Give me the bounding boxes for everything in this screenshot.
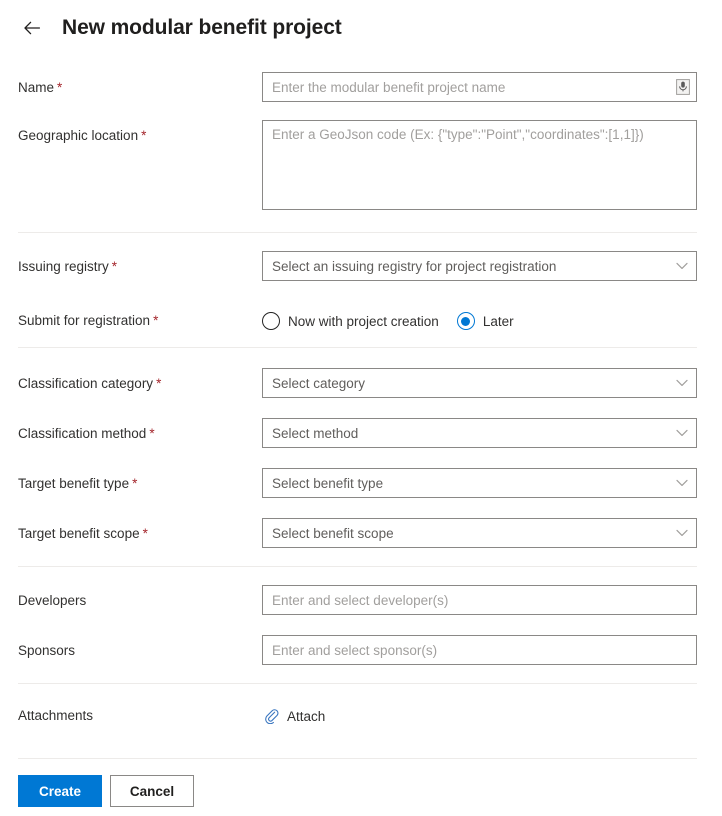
page-header: New modular benefit project	[0, 4, 722, 52]
form-row-submit-for-registration: Submit for registration * Now with projec…	[0, 305, 722, 337]
radio-label-now: Now with project creation	[288, 313, 439, 329]
form-row-target-benefit-type: Target benefit type * Select benefit type	[0, 468, 722, 500]
cancel-button[interactable]: Cancel	[110, 775, 194, 807]
required-asterisk: *	[57, 80, 63, 95]
create-button[interactable]: Create	[18, 775, 102, 807]
radio-later[interactable]: Later	[456, 312, 514, 330]
chevron-down-icon[interactable]	[668, 479, 696, 487]
new-project-form: Name * Enter the modular benefit project …	[0, 72, 722, 807]
classification-method-dropdown[interactable]: Select method	[262, 418, 697, 448]
label-issuing-registry: Issuing registry *	[18, 251, 262, 283]
label-name: Name *	[18, 72, 262, 104]
required-asterisk: *	[153, 313, 159, 328]
radio-now-with-project-creation[interactable]: Now with project creation	[262, 312, 439, 330]
chevron-down-icon[interactable]	[668, 379, 696, 387]
paperclip-icon	[262, 708, 280, 724]
name-input[interactable]: Enter the modular benefit project name	[262, 72, 697, 102]
classification-category-dropdown[interactable]: Select category	[262, 368, 697, 398]
label-attachments: Attachments	[18, 708, 94, 723]
form-row-target-benefit-scope: Target benefit scope * Select benefit sco…	[0, 518, 722, 550]
required-asterisk: *	[132, 476, 138, 491]
developers-input[interactable]: Enter and select developer(s)	[262, 585, 697, 615]
sponsors-input[interactable]: Enter and select sponsor(s)	[262, 635, 697, 665]
label-geographic-location: Geographic location *	[18, 120, 262, 146]
radio-circle-unselected	[262, 312, 280, 330]
developers-input-placeholder: Enter and select developer(s)	[272, 592, 449, 608]
label-submit-for-registration: Submit for registration *	[18, 305, 262, 337]
label-target-benefit-type: Target benefit type *	[18, 468, 262, 500]
label-sponsors: Sponsors	[18, 643, 76, 658]
classification-method-value: Select method	[272, 425, 359, 441]
radio-label-later: Later	[482, 313, 514, 329]
required-asterisk: *	[141, 128, 147, 143]
target-benefit-type-value: Select benefit type	[272, 475, 384, 491]
sponsors-input-placeholder: Enter and select sponsor(s)	[272, 642, 438, 658]
label-target-benefit-type-text: Target benefit type	[18, 476, 130, 491]
required-asterisk: *	[142, 526, 148, 541]
radio-circle-selected	[456, 312, 475, 330]
form-row-name: Name * Enter the modular benefit project …	[0, 72, 722, 104]
target-benefit-scope-value: Select benefit scope	[272, 525, 394, 541]
classification-category-value: Select category	[272, 375, 366, 391]
form-row-geographic-location: Geographic location * Enter a GeoJson cod…	[0, 120, 722, 210]
back-arrow-icon[interactable]	[18, 14, 46, 42]
issuing-registry-value: Select an issuing registry for project r…	[272, 258, 557, 274]
target-benefit-scope-dropdown[interactable]: Select benefit scope	[262, 518, 697, 548]
label-classification-method-text: Classification method	[18, 426, 147, 441]
label-geographic-location-text: Geographic location	[18, 128, 139, 143]
page-title: New modular benefit project	[62, 16, 342, 39]
required-asterisk: *	[156, 376, 162, 391]
issuing-registry-dropdown[interactable]: Select an issuing registry for project r…	[262, 251, 697, 281]
label-classification-category: Classification category *	[18, 368, 262, 400]
chevron-down-icon[interactable]	[668, 429, 696, 437]
form-row-developers: Developers Enter and select developer(s)	[0, 585, 722, 617]
form-row-classification-category: Classification category * Select category	[0, 368, 722, 400]
chevron-down-icon[interactable]	[668, 262, 696, 270]
attach-button[interactable]: Attach	[262, 700, 325, 732]
label-target-benefit-scope: Target benefit scope *	[18, 518, 262, 550]
chevron-down-icon[interactable]	[668, 529, 696, 537]
label-submit-for-registration-text: Submit for registration	[18, 313, 151, 328]
form-row-classification-method: Classification method * Select method	[0, 418, 722, 450]
label-classification-category-text: Classification category	[18, 376, 154, 391]
form-row-issuing-registry: Issuing registry * Select an issuing regi…	[0, 251, 722, 283]
form-footer: Create Cancel	[0, 775, 722, 807]
attach-label: Attach	[287, 708, 326, 724]
label-developers: Developers	[18, 593, 87, 608]
label-issuing-registry-text: Issuing registry	[18, 259, 109, 274]
form-row-sponsors: Sponsors Enter and select sponsor(s)	[0, 635, 722, 667]
form-row-attachments: Attachments Attach	[0, 700, 722, 732]
name-input-placeholder: Enter the modular benefit project name	[272, 79, 506, 95]
geographic-location-placeholder: Enter a GeoJson code (Ex: {"type":"Point…	[272, 127, 644, 142]
label-classification-method: Classification method *	[18, 418, 262, 450]
required-asterisk: *	[149, 426, 155, 441]
submit-for-registration-radio-group: Now with project creation Later	[262, 305, 697, 337]
label-target-benefit-scope-text: Target benefit scope	[18, 526, 140, 541]
target-benefit-type-dropdown[interactable]: Select benefit type	[262, 468, 697, 498]
label-name-text: Name	[18, 80, 55, 95]
required-asterisk: *	[111, 259, 118, 274]
dictation-icon[interactable]	[670, 79, 696, 95]
geographic-location-textarea[interactable]: Enter a GeoJson code (Ex: {"type":"Point…	[262, 120, 697, 210]
